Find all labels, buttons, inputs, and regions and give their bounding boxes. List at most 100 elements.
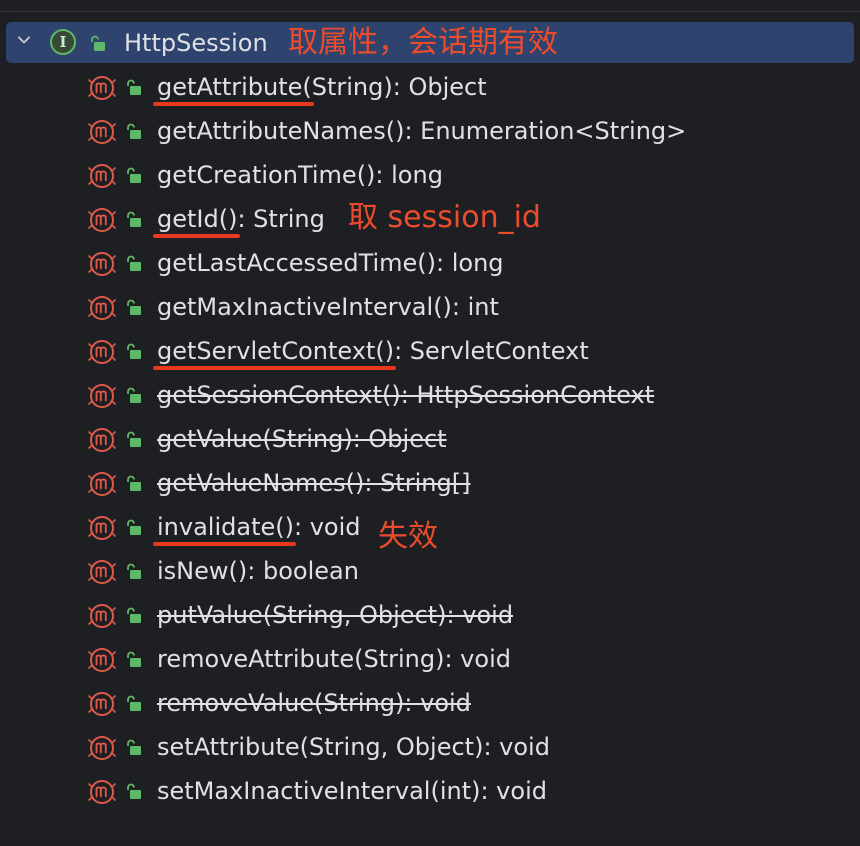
method-row[interactable]: getCreationTime(): long: [0, 154, 860, 198]
method-m-icon: [88, 164, 116, 188]
method-m-icon: [88, 516, 116, 540]
annotation-underline: [153, 542, 296, 546]
method-name: isNew: [157, 557, 229, 585]
method-signature: getAttributeNames(): Enumeration<String>: [157, 115, 686, 147]
method-row[interactable]: getAttribute(String): Object: [0, 66, 860, 110]
method-params: (): [417, 249, 437, 277]
interface-icon: I: [50, 29, 76, 55]
public-lock-icon: [127, 607, 141, 623]
public-lock-icon: [127, 167, 141, 183]
method-row[interactable]: removeAttribute(String): void: [0, 638, 860, 682]
method-return-type: : Enumeration<String>: [404, 117, 687, 145]
method-name: getId: [157, 205, 219, 233]
method-return-type: : void: [404, 689, 471, 717]
public-lock-icon: [127, 79, 141, 95]
method-m-icon: [88, 560, 116, 584]
method-row[interactable]: isNew(): boolean: [0, 550, 860, 594]
method-m-icon: [88, 208, 116, 232]
method-return-type: : void: [483, 733, 550, 761]
method-signature: removeValue(String): void: [157, 687, 471, 719]
public-lock-icon: [127, 563, 141, 579]
method-row[interactable]: removeValue(String): void: [0, 682, 860, 726]
method-m-icon: [88, 296, 116, 320]
method-signature: getId(): String: [157, 203, 325, 235]
public-lock-icon: [127, 387, 141, 403]
method-name: getAttributeNames: [157, 117, 386, 145]
public-lock-icon: [127, 695, 141, 711]
method-signature: getValueNames(): String[]: [157, 467, 470, 499]
public-lock-icon: [91, 35, 105, 51]
method-signature: getCreationTime(): long: [157, 159, 443, 191]
method-return-type: : String[]: [364, 469, 471, 497]
method-signature: setMaxInactiveInterval(int): void: [157, 775, 547, 807]
method-params: (String, Object): [299, 733, 484, 761]
method-m-icon: [88, 76, 116, 100]
method-row[interactable]: invalidate(): void: [0, 506, 860, 550]
method-signature: isNew(): boolean: [157, 555, 359, 587]
method-name: setAttribute: [157, 733, 300, 761]
method-params: (): [218, 205, 238, 233]
method-name: getServletContext: [157, 337, 376, 365]
annotation-underline: [153, 102, 314, 106]
method-params: (): [382, 381, 401, 409]
method-params: (): [345, 469, 365, 497]
method-row[interactable]: getId(): String: [0, 198, 860, 242]
annotation-class-note: 取属性，会话期有效: [288, 25, 558, 60]
top-divider: [0, 0, 860, 12]
chevron-down-icon[interactable]: [18, 34, 30, 46]
method-name: invalidate: [157, 513, 276, 541]
method-return-type: : void: [293, 513, 361, 541]
method-row[interactable]: getLastAccessedTime(): long: [0, 242, 860, 286]
method-return-type: : ServletContext: [394, 337, 589, 365]
method-params: (): [228, 557, 248, 585]
method-signature: invalidate(): void: [157, 511, 361, 543]
method-signature: getServletContext(): ServletContext: [157, 335, 589, 367]
annotation-underline: [153, 234, 240, 238]
method-name: getAttribute: [157, 73, 303, 101]
method-row[interactable]: getValue(String): Object: [0, 418, 860, 462]
method-signature: getMaxInactiveInterval(): int: [157, 291, 499, 323]
method-m-icon: [88, 472, 116, 496]
public-lock-icon: [127, 431, 141, 447]
method-row[interactable]: getValueNames(): String[]: [0, 462, 860, 506]
method-name: setMaxInactiveInterval: [157, 777, 431, 805]
method-name: getMaxInactiveInterval: [157, 293, 434, 321]
method-params: (): [275, 513, 294, 541]
method-row[interactable]: getAttributeNames(): Enumeration<String>: [0, 110, 860, 154]
method-m-icon: [88, 648, 116, 672]
method-name: removeValue: [157, 689, 315, 717]
public-lock-icon: [127, 255, 141, 271]
method-signature: getValue(String): Object: [157, 423, 447, 455]
method-params: (String): [314, 689, 405, 717]
method-signature: getSessionContext(): HttpSessionContext: [157, 379, 654, 411]
public-lock-icon: [127, 343, 141, 359]
method-return-type: : void: [444, 645, 511, 673]
public-lock-icon: [127, 123, 141, 139]
method-row[interactable]: getSessionContext(): HttpSessionContext: [0, 374, 860, 418]
method-row[interactable]: putValue(String, Object): void: [0, 594, 860, 638]
class-name: HttpSession: [124, 29, 268, 57]
method-params: (String): [354, 645, 445, 673]
method-m-icon: [88, 252, 116, 276]
public-lock-icon: [127, 739, 141, 755]
method-name: getValueNames: [157, 469, 346, 497]
method-return-type: : int: [451, 293, 499, 321]
method-params: (String): [302, 73, 393, 101]
method-signature: getLastAccessedTime(): long: [157, 247, 504, 279]
method-row[interactable]: getMaxInactiveInterval(): int: [0, 286, 860, 330]
method-name: putValue: [157, 601, 263, 629]
public-lock-icon: [127, 651, 141, 667]
public-lock-icon: [127, 475, 141, 491]
method-params: (int): [430, 777, 481, 805]
method-signature: putValue(String, Object): void: [157, 599, 513, 631]
method-name: getLastAccessedTime: [157, 249, 418, 277]
method-m-icon: [88, 120, 116, 144]
method-row[interactable]: getServletContext(): ServletContext: [0, 330, 860, 374]
method-return-type: : long: [436, 249, 504, 277]
method-params: (): [356, 161, 376, 189]
method-return-type: : boolean: [247, 557, 359, 585]
method-row[interactable]: setAttribute(String, Object): void: [0, 726, 860, 770]
method-m-icon: [88, 604, 116, 628]
method-return-type: : HttpSessionContext: [400, 381, 655, 409]
method-row[interactable]: setMaxInactiveInterval(int): void: [0, 770, 860, 814]
